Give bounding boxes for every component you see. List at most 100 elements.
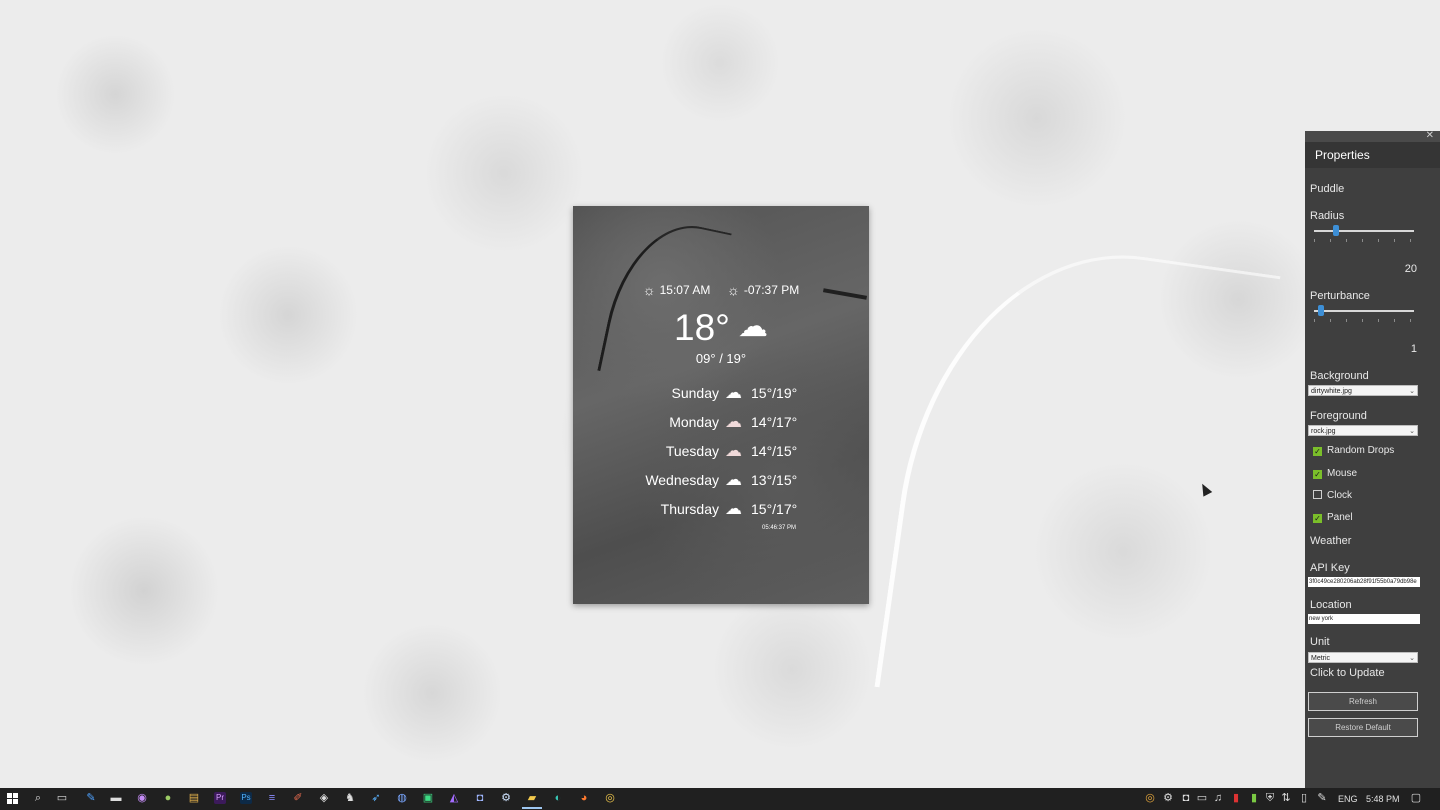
- edge-browser-icon[interactable]: ◐: [552, 792, 564, 804]
- radius-slider-ticks: [1314, 239, 1414, 242]
- terminal-app-icon[interactable]: ▣: [422, 792, 434, 804]
- click-to-update-label: Click to Update: [1310, 667, 1385, 679]
- weather-section-heading: Weather: [1310, 535, 1352, 547]
- windows-start-icon[interactable]: [7, 793, 18, 804]
- clock-checkbox[interactable]: Clock: [1313, 490, 1352, 501]
- tray-shield-icon[interactable]: ⛨: [1264, 792, 1276, 804]
- battery-icon[interactable]: ▯: [1298, 792, 1310, 804]
- panel-title: Properties: [1305, 142, 1440, 168]
- checkbox-unchecked-icon[interactable]: [1313, 490, 1322, 499]
- api-key-input[interactable]: 3f0c49ce280206ab28f91f55b0a79db98e: [1308, 577, 1420, 587]
- forecast-row: Wednesday ☁ 13°/15°: [573, 469, 869, 498]
- archive-app-icon[interactable]: ▤: [188, 792, 200, 804]
- location-input[interactable]: new york: [1308, 614, 1420, 624]
- forecast-range: 14°/15°: [751, 443, 798, 459]
- perturbance-slider[interactable]: [1314, 305, 1414, 316]
- panel-checkbox[interactable]: ✓ Panel: [1313, 512, 1353, 523]
- puddle-section-heading: Puddle: [1310, 183, 1345, 195]
- perturbance-slider-thumb[interactable]: [1317, 305, 1324, 316]
- unit-select[interactable]: Metric ⌄: [1308, 652, 1418, 663]
- background-select-value: dirtywhite.jpg: [1311, 388, 1352, 395]
- cloud-icon: ☁: [725, 470, 742, 489]
- forecast-day: Thursday: [660, 501, 719, 517]
- tray-red-icon[interactable]: ▮: [1230, 792, 1242, 804]
- checkbox-label: Random Drops: [1327, 445, 1395, 456]
- tray-display-icon[interactable]: ▭: [1196, 792, 1208, 804]
- radius-value: 20: [1404, 263, 1417, 275]
- notification-icon[interactable]: ▢: [1410, 792, 1422, 804]
- photoshop-app-icon[interactable]: Ps: [240, 792, 252, 804]
- perturbance-value: 1: [1410, 343, 1417, 355]
- taskbar-clock[interactable]: 5:48 PM: [1366, 794, 1400, 804]
- circle-app-icon[interactable]: ◉: [136, 792, 148, 804]
- close-icon[interactable]: ✕: [1426, 130, 1434, 141]
- green-app-icon[interactable]: ●: [162, 792, 174, 804]
- pen-app-icon[interactable]: ✎: [85, 792, 97, 804]
- chrome-browser-icon[interactable]: ◎: [604, 792, 616, 804]
- language-indicator[interactable]: ENG: [1338, 794, 1358, 804]
- bird-app-icon[interactable]: ➶: [370, 792, 382, 804]
- steam-app-icon[interactable]: ⚙: [500, 792, 512, 804]
- computer-app-icon[interactable]: ▬: [110, 792, 122, 804]
- foreground-select[interactable]: rock.jpg ⌄: [1308, 425, 1418, 436]
- cloud-rain-icon: ☁: [725, 412, 742, 431]
- forecast-range: 13°/15°: [751, 472, 798, 488]
- search-icon[interactable]: ⌕: [32, 792, 44, 804]
- panel-titlebar: ✕: [1305, 130, 1440, 142]
- current-temp-value: 18°: [674, 307, 730, 348]
- forecast-range: 14°/17°: [751, 414, 798, 430]
- file-explorer-icon[interactable]: ▰: [526, 792, 538, 804]
- tray-network-icon[interactable]: ⇅: [1280, 792, 1292, 804]
- radius-slider-thumb[interactable]: [1332, 225, 1339, 236]
- foreground-select-value: rock.jpg: [1311, 428, 1336, 435]
- radius-slider[interactable]: [1314, 225, 1414, 236]
- min-max-temp: 09° / 19°: [695, 351, 747, 366]
- cloud-icon: ☁: [725, 499, 742, 518]
- brush-app-icon[interactable]: ✐: [292, 792, 304, 804]
- api-key-label: API Key: [1310, 562, 1350, 574]
- cloud-icon: ☁: [737, 310, 768, 343]
- perturbance-slider-ticks: [1314, 319, 1414, 322]
- checkbox-checked-icon[interactable]: ✓: [1313, 470, 1322, 479]
- equalizer-app-icon[interactable]: ≡: [266, 792, 278, 804]
- last-updated-time: 05:46:37 PM: [762, 525, 797, 531]
- current-temperature: 18° ☁: [573, 307, 869, 349]
- unity-app-icon[interactable]: ◈: [318, 792, 330, 804]
- checkbox-checked-icon[interactable]: ✓: [1313, 514, 1322, 523]
- pen-tray-icon[interactable]: ✎: [1316, 792, 1328, 804]
- unit-select-value: Metric: [1311, 655, 1331, 662]
- random-drops-checkbox[interactable]: ✓ Random Drops: [1313, 445, 1394, 456]
- volume-icon[interactable]: ♫: [1212, 792, 1224, 804]
- active-app-indicator: [522, 807, 542, 809]
- cloud-rain-icon: ☁: [725, 441, 742, 460]
- forecast-list: Sunday ☁ 15°/19° Monday ☁ 14°/17° Tuesda…: [573, 382, 869, 527]
- background-select[interactable]: dirtywhite.jpg ⌄: [1308, 385, 1418, 396]
- task-view-icon[interactable]: ▭: [56, 792, 68, 804]
- forecast-row: Thursday ☁ 15°/17°: [573, 498, 869, 527]
- tray-discord-icon[interactable]: ◘: [1180, 792, 1192, 804]
- sunset-time: -07:37 PM: [743, 283, 800, 297]
- tray-chrome-icon[interactable]: ◎: [1144, 792, 1156, 804]
- forecast-range: 15°/19°: [751, 385, 798, 401]
- tray-steam-icon[interactable]: ⚙: [1162, 792, 1174, 804]
- checkbox-label: Clock: [1327, 490, 1353, 501]
- restore-default-button[interactable]: Restore Default: [1308, 718, 1418, 737]
- cat-app-icon[interactable]: ♞: [344, 792, 356, 804]
- taskbar: ⌕ ▭ ✎ ▬ ◉ ● ▤ Pr Ps ≡ ✐ ◈ ♞ ➶ ◍ ▣ ◭ ◘ ⚙ …: [0, 788, 1440, 810]
- tray-nvidia-icon[interactable]: ▮: [1248, 792, 1260, 804]
- forecast-day: Tuesday: [665, 443, 719, 459]
- forecast-day: Sunday: [671, 385, 719, 401]
- premiere-app-icon[interactable]: Pr: [214, 792, 226, 804]
- globe-app-icon[interactable]: ◍: [396, 792, 408, 804]
- refresh-button[interactable]: Refresh: [1308, 692, 1418, 711]
- firefox-browser-icon[interactable]: ◕: [578, 792, 590, 804]
- discord-app-icon[interactable]: ◘: [474, 792, 486, 804]
- checkbox-label: Mouse: [1327, 468, 1358, 479]
- mouse-checkbox[interactable]: ✓ Mouse: [1313, 468, 1357, 479]
- chevron-down-icon: ⌄: [1409, 655, 1415, 662]
- unit-label: Unit: [1310, 636, 1330, 648]
- checkbox-checked-icon[interactable]: ✓: [1313, 447, 1322, 456]
- forecast-range: 15°/17°: [751, 501, 798, 517]
- visual-studio-icon[interactable]: ◭: [448, 792, 460, 804]
- forecast-day: Wednesday: [645, 472, 719, 488]
